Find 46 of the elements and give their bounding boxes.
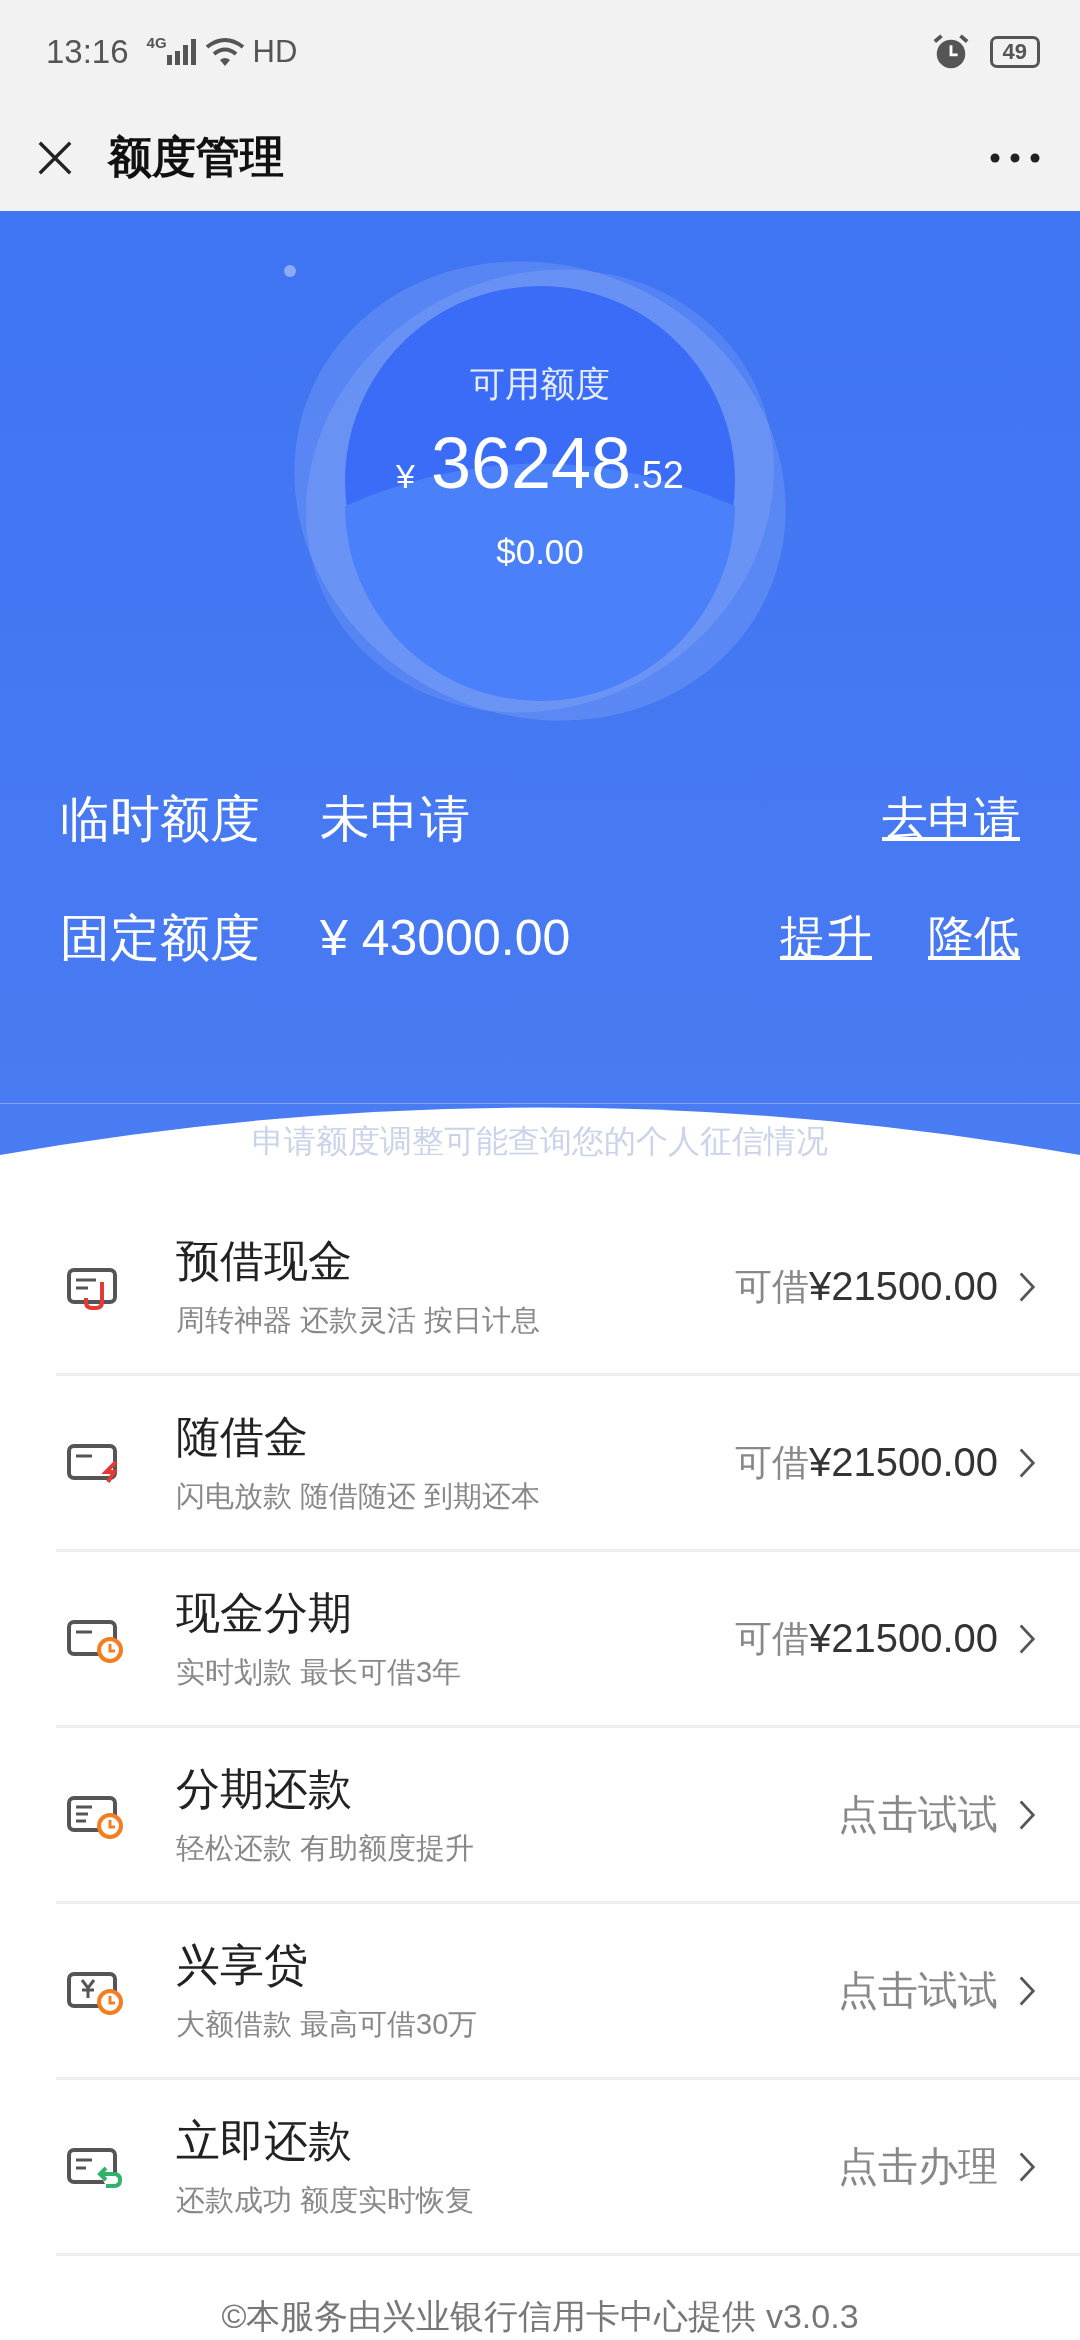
item-subtitle: 实时划款 最长可借3年 bbox=[176, 1655, 462, 1690]
limit-link[interactable]: 去申请 bbox=[882, 788, 1020, 851]
item-subtitle: 大额借款 最高可借30万 bbox=[176, 2007, 478, 2042]
service-item[interactable]: 随借金 闪电放款 随借随还 到期还本 可借¥21500.00 bbox=[56, 1376, 1080, 1552]
item-action: 点击试试 bbox=[838, 1967, 998, 2014]
service-item[interactable]: 立即还款 还款成功 额度实时恢复 点击办理 bbox=[56, 2080, 1080, 2256]
limit-label: 临时额度 bbox=[60, 789, 261, 849]
limit-value: 未申请 bbox=[320, 789, 470, 849]
item-subtitle: 轻松还款 有助额度提升 bbox=[176, 1831, 475, 1866]
network-type: 4G bbox=[146, 33, 167, 51]
item-subtitle: 闪电放款 随借随还 到期还本 bbox=[176, 1479, 541, 1514]
item-amount: ¥21500.00 bbox=[808, 1616, 998, 1661]
limit-link[interactable]: 提升 bbox=[780, 907, 872, 970]
item-title: 兴享贷 bbox=[176, 1939, 309, 1991]
item-amount: ¥21500.00 bbox=[808, 1264, 998, 1309]
service-item[interactable]: 预借现金 周转神器 还款灵活 按日计息 可借¥21500.00 bbox=[56, 1200, 1080, 1376]
available-amount: ¥ 36248.52 bbox=[396, 421, 684, 504]
limit-label: 固定额度 bbox=[60, 908, 261, 968]
item-note: 可借 bbox=[734, 1616, 809, 1661]
battery-icon: 49 bbox=[989, 36, 1040, 69]
page-title: 额度管理 bbox=[108, 131, 284, 184]
more-icon[interactable] bbox=[990, 152, 1040, 163]
usd-amount: $0.00 bbox=[496, 531, 584, 572]
item-subtitle: 还款成功 额度实时恢复 bbox=[176, 2183, 475, 2218]
wifi-icon bbox=[204, 37, 245, 68]
footer-text: ©本服务由兴业银行信用卡中心提供 v3.0.3 bbox=[221, 2296, 859, 2337]
item-title: 现金分期 bbox=[176, 1587, 353, 1639]
item-amount: ¥21500.00 bbox=[808, 1440, 998, 1485]
item-action: 点击办理 bbox=[838, 2143, 998, 2190]
item-action: 点击试试 bbox=[838, 1791, 998, 1838]
hd-indicator: HD bbox=[252, 34, 298, 71]
item-title: 预借现金 bbox=[176, 1235, 353, 1287]
item-title: 随借金 bbox=[176, 1411, 309, 1463]
status-time: 13:16 bbox=[46, 33, 129, 72]
item-note: 可借 bbox=[734, 1264, 809, 1309]
limit-link[interactable]: 降低 bbox=[928, 907, 1020, 970]
service-item[interactable]: 现金分期 实时划款 最长可借3年 可借¥21500.00 bbox=[56, 1552, 1080, 1728]
service-item[interactable]: 兴享贷 大额借款 最高可借30万 点击试试 bbox=[56, 1904, 1080, 2080]
item-subtitle: 周转神器 还款灵活 按日计息 bbox=[176, 1303, 541, 1338]
item-title: 立即还款 bbox=[176, 2115, 353, 2167]
available-label: 可用额度 bbox=[470, 362, 610, 405]
signal-icon bbox=[166, 39, 197, 66]
limit-value: ¥ 43000.00 bbox=[320, 909, 571, 968]
service-item[interactable]: 分期还款 轻松还款 有助额度提升 点击试试 bbox=[56, 1728, 1080, 1904]
item-note: 可借 bbox=[734, 1440, 809, 1485]
item-title: 分期还款 bbox=[176, 1763, 353, 1815]
